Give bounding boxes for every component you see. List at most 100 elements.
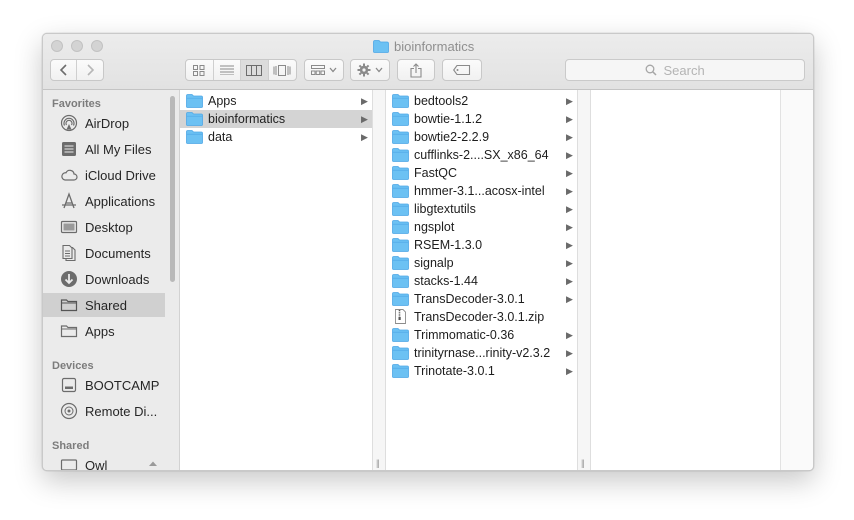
- action-button[interactable]: [350, 59, 390, 81]
- folder-row[interactable]: ngsplot ▶: [386, 218, 577, 236]
- folder-row[interactable]: bowtie2-2.2.9 ▶: [386, 128, 577, 146]
- sidebar-item-desktop[interactable]: Desktop: [43, 215, 165, 239]
- gear-icon: [357, 63, 371, 77]
- view-columns-button[interactable]: [241, 60, 269, 80]
- window-title-text: bioinformatics: [394, 38, 475, 54]
- folder-icon: [186, 130, 203, 144]
- chevron-down-icon: [329, 67, 337, 73]
- eject-icon[interactable]: [148, 460, 158, 467]
- sidebar-item-shared[interactable]: Shared: [43, 293, 165, 317]
- column-1: Apps ▶ bioinformatics ▶ data ▶: [180, 90, 372, 470]
- arrange-button[interactable]: [304, 59, 344, 81]
- disclosure-arrow-icon: ▶: [566, 240, 573, 250]
- tag-icon: [453, 65, 471, 75]
- sidebar-item-applications[interactable]: Applications: [43, 189, 165, 213]
- sidebar-item-remote-disc[interactable]: Remote Di...: [43, 399, 165, 423]
- nav-buttons: [50, 59, 104, 81]
- window-title: bioinformatics: [373, 38, 474, 54]
- folder-row[interactable]: bioinformatics ▶: [180, 110, 372, 128]
- folder-row[interactable]: signalp ▶: [386, 254, 577, 272]
- item-name: bedtools2: [414, 94, 469, 108]
- sidebar-scrollbar[interactable]: [170, 96, 175, 282]
- applications-icon: [62, 192, 76, 209]
- forward-button[interactable]: [77, 60, 103, 80]
- folder-row[interactable]: Trimmomatic-0.36 ▶: [386, 326, 577, 344]
- finder-window: bioinformatics Search Favorites AirDrop …: [42, 33, 814, 471]
- sidebar-item-documents[interactable]: Documents: [43, 241, 165, 265]
- toolbar: bioinformatics: [43, 34, 813, 90]
- folder-row[interactable]: RSEM-1.3.0 ▶: [386, 236, 577, 254]
- folder-row[interactable]: bowtie-1.1.2 ▶: [386, 110, 577, 128]
- folder-row[interactable]: cufflinks-2....SX_x86_64 ▶: [386, 146, 577, 164]
- sidebar-header-favorites: Favorites: [52, 98, 101, 110]
- search-input[interactable]: [661, 61, 726, 79]
- folder-row[interactable]: libgtextutils ▶: [386, 200, 577, 218]
- folder-icon: [392, 238, 409, 252]
- zoom-window-button[interactable]: [91, 40, 103, 52]
- sidebar-item-label: Documents: [85, 245, 151, 261]
- view-mode-control: [185, 59, 297, 81]
- column-view-icon: [246, 64, 263, 76]
- folder-icon: [392, 346, 409, 360]
- item-name: Trinotate-3.0.1: [414, 364, 495, 378]
- sidebar: Favorites AirDrop All My Files iCloud Dr…: [43, 90, 180, 470]
- folder-icon: [392, 148, 409, 162]
- folder-row[interactable]: data ▶: [180, 128, 372, 146]
- disclosure-arrow-icon: ▶: [566, 222, 573, 232]
- disclosure-arrow-icon: ▶: [566, 96, 573, 106]
- column-resize-handle[interactable]: ||: [372, 90, 386, 470]
- sidebar-item-all-my-files[interactable]: All My Files: [43, 137, 165, 161]
- view-icons-button[interactable]: [186, 60, 214, 80]
- disclosure-arrow-icon: ▶: [566, 150, 573, 160]
- close-window-button[interactable]: [51, 40, 63, 52]
- folder-icon: [392, 274, 409, 288]
- sidebar-item-label: Applications: [85, 193, 156, 209]
- airdrop-icon: [60, 114, 78, 132]
- arrange-icon: [311, 65, 325, 75]
- view-coverflow-button[interactable]: [269, 60, 296, 80]
- item-name: signalp: [414, 256, 454, 270]
- folder-icon: [392, 292, 409, 306]
- grip-icon: ||: [376, 458, 380, 468]
- share-button[interactable]: [397, 59, 435, 81]
- sidebar-item-apps[interactable]: Apps: [43, 319, 165, 343]
- item-name: bowtie-1.1.2: [414, 112, 483, 126]
- sidebar-item-label: Owl: [85, 457, 108, 471]
- sidebar-item-icloud-drive[interactable]: iCloud Drive: [43, 163, 165, 187]
- edit-tags-button[interactable]: [442, 59, 482, 81]
- folder-row[interactable]: FastQC ▶: [386, 164, 577, 182]
- downloads-icon: [61, 271, 77, 287]
- item-name: data: [208, 130, 233, 144]
- sidebar-item-bootcamp[interactable]: BOOTCAMP: [43, 373, 165, 397]
- view-list-button[interactable]: [214, 60, 241, 80]
- sidebar-item-label: Remote Di...: [85, 403, 158, 419]
- folder-row[interactable]: stacks-1.44 ▶: [386, 272, 577, 290]
- folder-row[interactable]: bedtools2 ▶: [386, 92, 577, 110]
- column-resize-handle[interactable]: ||: [577, 90, 591, 470]
- item-name: FastQC: [414, 166, 458, 180]
- disclosure-arrow-icon: ▶: [566, 132, 573, 142]
- remote-disc-icon: [60, 402, 78, 420]
- file-row[interactable]: TransDecoder-3.0.1.zip: [386, 308, 577, 326]
- sidebar-item-downloads[interactable]: Downloads: [43, 267, 165, 291]
- disclosure-arrow-icon: ▶: [566, 258, 573, 268]
- back-button[interactable]: [51, 60, 78, 80]
- sidebar-item-owl[interactable]: Owl: [43, 453, 165, 470]
- sidebar-item-label: Apps: [85, 323, 115, 339]
- search-field[interactable]: [565, 59, 805, 81]
- sidebar-item-label: BOOTCAMP: [85, 377, 160, 393]
- coverflow-view-icon: [273, 64, 291, 76]
- folder-row[interactable]: hmmer-3.1...acosx-intel ▶: [386, 182, 577, 200]
- folder-row[interactable]: Trinotate-3.0.1 ▶: [386, 362, 577, 380]
- folder-icon: [392, 184, 409, 198]
- item-name: Trimmomatic-0.36: [414, 328, 515, 342]
- minimize-window-button[interactable]: [71, 40, 83, 52]
- sidebar-item-label: Desktop: [85, 219, 133, 235]
- folder-row[interactable]: TransDecoder-3.0.1 ▶: [386, 290, 577, 308]
- item-name: TransDecoder-3.0.1: [414, 292, 525, 306]
- disclosure-arrow-icon: ▶: [566, 168, 573, 178]
- folder-row[interactable]: trinityrnase...rinity-v2.3.2 ▶: [386, 344, 577, 362]
- folder-row[interactable]: Apps ▶: [180, 92, 372, 110]
- sidebar-item-airdrop[interactable]: AirDrop: [43, 111, 165, 135]
- sidebar-header-shared: Shared: [52, 440, 90, 452]
